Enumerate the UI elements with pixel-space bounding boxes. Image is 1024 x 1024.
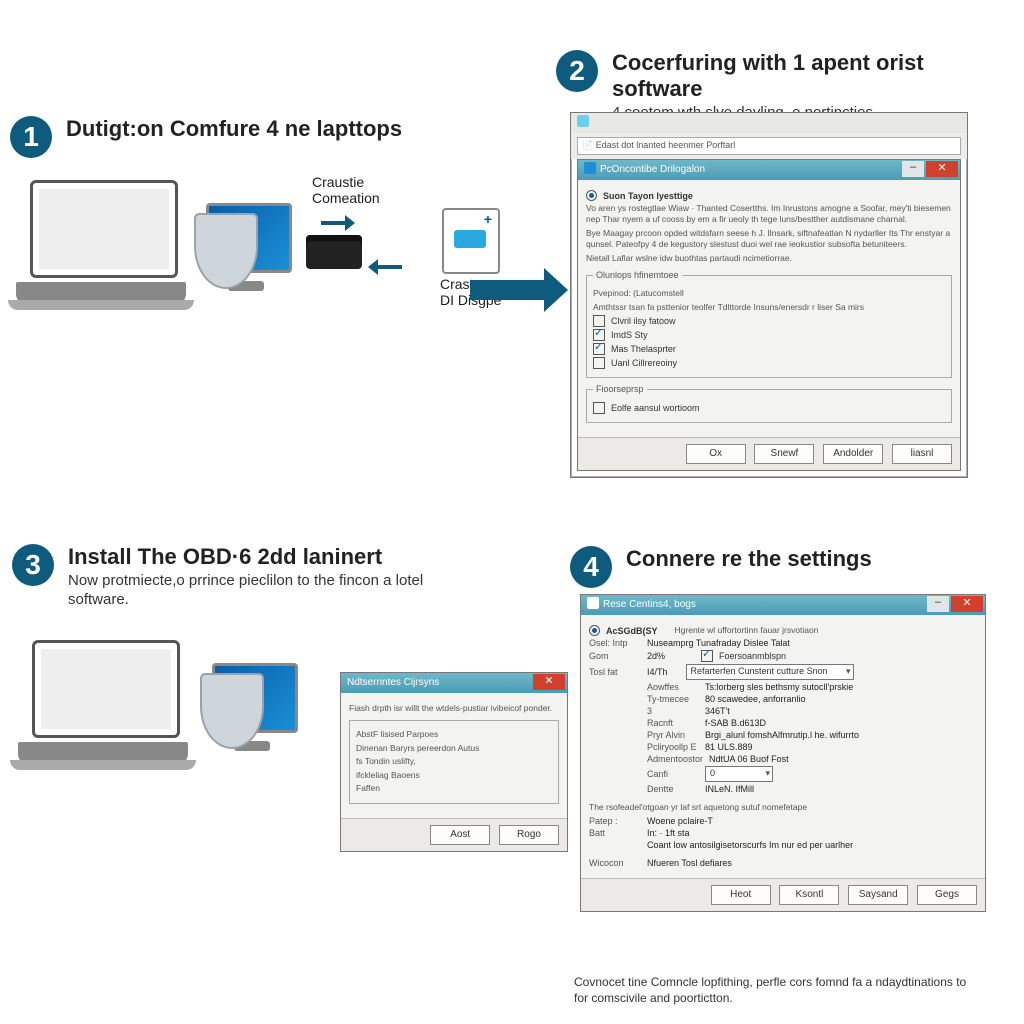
settings-dialog: Rese Centins4, bogs – ✕ AcSGdB(SY Hgrent…	[580, 594, 986, 912]
dialog-button[interactable]: liasnl	[892, 444, 952, 464]
browser-window: 📄 Edast dot lnanted heenmer Porftarl PcO…	[570, 112, 968, 478]
monitor-shield-icon	[206, 659, 298, 751]
install-dialog-title: Ndtsernntes Cijrsyns	[347, 677, 439, 688]
list-item[interactable]: ifckleliag Baoens	[356, 770, 552, 781]
checkbox[interactable]	[593, 343, 605, 355]
list-item[interactable]: Faffen	[356, 783, 552, 794]
dialog-button[interactable]: Ox	[686, 444, 746, 464]
app-icon	[584, 162, 596, 174]
dialog-button[interactable]: Rogo	[499, 825, 559, 845]
laptop-icon	[18, 640, 188, 770]
config-dialog-title: PcOncontibe Drilogalon	[600, 164, 705, 175]
list-item[interactable]: AbstF lisised Parpoes	[356, 729, 552, 740]
minimize-button[interactable]: –	[927, 596, 949, 612]
radio-option[interactable]	[589, 625, 600, 636]
step3-header: 3 Install The OBD·6 2dd laninert Now pro…	[12, 544, 442, 610]
flow-arrow-icon	[470, 280, 546, 300]
section-subtext: Hgrente wl uffortortinn fauar jrsvotiaon	[675, 625, 819, 636]
dialog-button[interactable]: Snewf	[754, 444, 814, 464]
paragraph: Fiash drpth isr willt the wtdels-pustiar…	[349, 703, 559, 714]
dialog-button[interactable]: Heot	[711, 885, 771, 905]
connector-arrow-left-icon	[376, 265, 402, 269]
close-button[interactable]: ✕	[533, 674, 565, 690]
footnote-text: Covnocet tine Comncle lopfithing, perfle…	[574, 974, 980, 1006]
close-button[interactable]: ✕	[926, 161, 958, 177]
paragraph: Vo aren ys rostegtlae Wiaw · Thanted Cos…	[586, 203, 952, 226]
laptop-icon	[16, 180, 186, 310]
list-item[interactable]: fs Tondin uslifty,	[356, 756, 552, 767]
group-desc: Amthtssr tsan fa psttenior teolfer Tdltt…	[593, 302, 945, 313]
adapter-device-icon	[306, 235, 362, 269]
options-group-2: Fioorseprsp Eolfe aansul wortioom	[586, 384, 952, 423]
step3-flow	[18, 640, 298, 770]
checkbox[interactable]	[701, 650, 713, 662]
section-heading: Suon Tayon lyesttige	[603, 191, 693, 201]
address-bar[interactable]: 📄 Edast dot lnanted heenmer Porftarl	[577, 137, 961, 155]
plus-icon: +	[482, 214, 494, 226]
checkbox[interactable]	[593, 402, 605, 414]
close-button[interactable]: ✕	[951, 596, 983, 612]
step1-header: 1 Dutigt:on Comfure 4 ne lapttops	[10, 116, 440, 158]
select-dropdown[interactable]: Refarterfen Cunstent cutture Snon	[686, 664, 854, 680]
config-dialog: PcOncontibe Drilogalon – ✕ Suon Tayon ly…	[577, 159, 961, 471]
monitor-shield-icon	[200, 199, 292, 291]
step2-badge: 2	[556, 50, 598, 92]
list-item[interactable]: Dinenan Baryrs pereerdon Autus	[356, 743, 552, 754]
dialog-button[interactable]: Saysand	[848, 885, 908, 905]
group-legend: Fioorseprsp	[593, 384, 647, 394]
step4-title: Connere re the settings	[626, 546, 872, 572]
group-sub: Pvepinod: (Latucomstell	[593, 288, 945, 299]
settings-dialog-title: Rese Centins4, bogs	[603, 599, 696, 610]
step3-title: Install The OBD·6 2dd laninert	[68, 544, 442, 570]
radio-option[interactable]	[586, 190, 597, 201]
paragraph: Nietall Laflar wslne idw buothtas partau…	[586, 253, 952, 264]
install-dialog: Ndtsernntes Cijrsyns ✕ Fiash drpth isr w…	[340, 672, 568, 852]
dialog-button[interactable]: Aost	[430, 825, 490, 845]
section-heading: AcSGdB(SY	[606, 626, 658, 636]
step2-title: Cocerfuring with 1 apent orist software	[612, 50, 1006, 102]
dialog-button[interactable]: Gegs	[917, 885, 977, 905]
options-group-1: Olunlops hfinemtoee Pvepinod: (Latucomst…	[586, 270, 952, 378]
checkbox[interactable]	[593, 357, 605, 369]
step3-subtitle: Now protmiecte,o prrince pieclilon to th…	[68, 572, 442, 610]
module-card-icon: +	[442, 208, 500, 274]
step1-badge: 1	[10, 116, 52, 158]
dialog-button[interactable]: Ksontl	[779, 885, 839, 905]
connector-arrow-icon	[321, 221, 347, 225]
step3-badge: 3	[12, 544, 54, 586]
paragraph: Bye Maagay prcoon opded witdsfarn seese …	[586, 228, 952, 251]
step4-badge: 4	[570, 546, 612, 588]
options-list: AbstF lisised Parpoes Dinenan Baryrs per…	[349, 720, 559, 803]
app-icon	[587, 597, 599, 609]
minimize-button[interactable]: –	[902, 161, 924, 177]
group-legend: Olunlops hfinemtoee	[593, 270, 682, 280]
paragraph: The rsofeadel'otgoan yr laf srt aquetong…	[589, 802, 977, 813]
step1-title: Dutigt:on Comfure 4 ne lapttops	[66, 116, 402, 142]
dialog-button[interactable]: Andolder	[823, 444, 883, 464]
step1-label-a: Craustie Comeation	[312, 174, 432, 206]
step4-header: 4 Connere re the settings	[570, 546, 990, 588]
select-dropdown[interactable]: 0	[705, 766, 773, 782]
